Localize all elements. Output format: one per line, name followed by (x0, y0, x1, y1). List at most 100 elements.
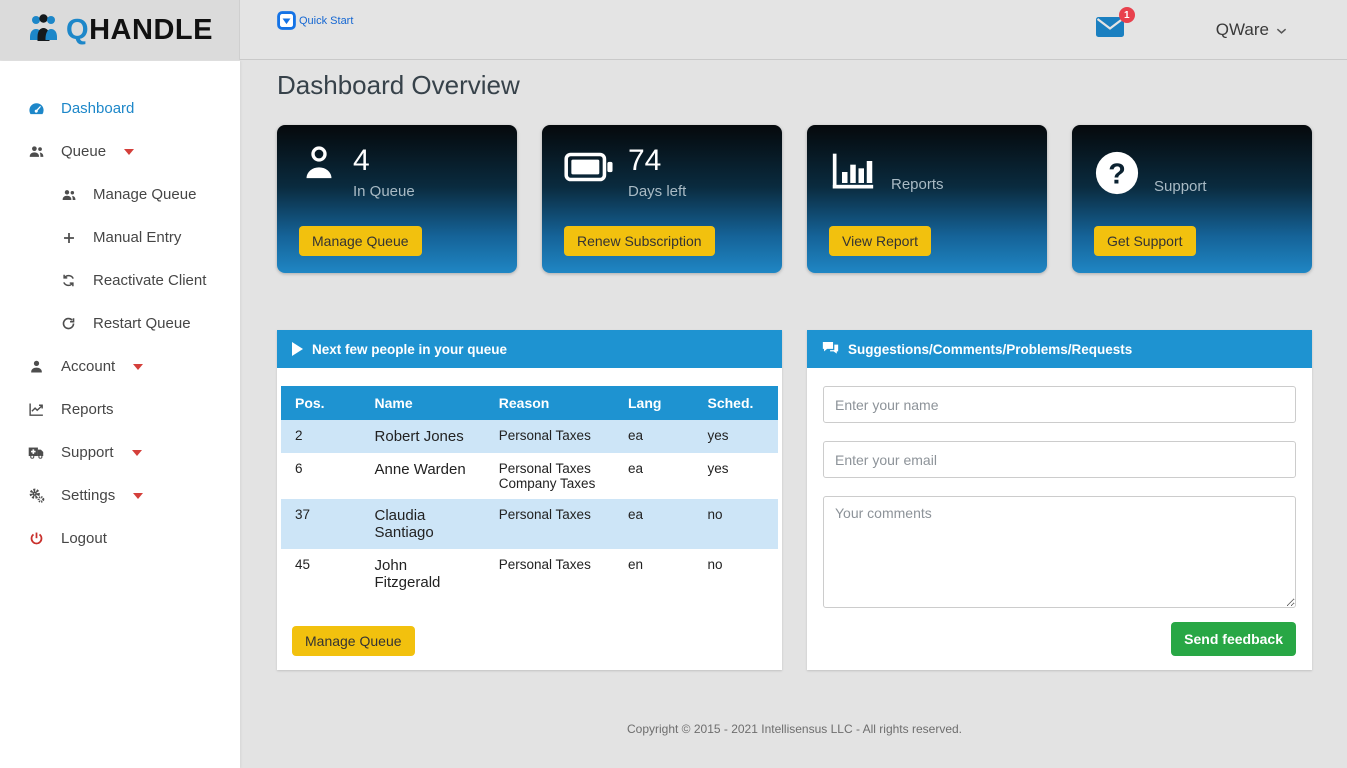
power-off-icon (28, 531, 45, 546)
cell-name: Robert Jones (361, 420, 485, 453)
cell-pos: 6 (281, 453, 361, 499)
card-reports: Reports View Report (807, 125, 1047, 273)
feedback-panel-header: Suggestions/Comments/Problems/Requests (807, 330, 1312, 368)
cell-sched: yes (694, 453, 779, 499)
chart-line-icon (28, 401, 45, 418)
cell-reason: Personal Taxes (485, 499, 614, 549)
sidebar-item-manage-queue[interactable]: Manage Queue (0, 173, 240, 216)
sidebar-item-label: Settings (61, 487, 115, 504)
col-sched: Sched. (694, 386, 779, 420)
cell-sched: no (694, 549, 779, 599)
sidebar-item-manual-entry[interactable]: Manual Entry (0, 216, 240, 259)
sidebar-item-label: Reactivate Client (93, 272, 206, 289)
sidebar-item-reports[interactable]: Reports (0, 388, 240, 431)
cell-reason: Personal Taxes Company Taxes (485, 453, 614, 499)
get-support-button[interactable]: Get Support (1094, 226, 1196, 256)
cell-lang: en (614, 549, 694, 599)
sidebar-item-label: Logout (61, 530, 107, 547)
cell-sched: no (694, 499, 779, 549)
manage-queue-card-button[interactable]: Manage Queue (299, 226, 422, 256)
question-circle-icon: ? (1094, 150, 1140, 201)
table-row: 6 Anne Warden Personal Taxes Company Tax… (281, 453, 778, 499)
col-name: Name (361, 386, 485, 420)
cell-pos: 37 (281, 499, 361, 549)
svg-text:?: ? (1108, 159, 1126, 191)
recycle-icon (60, 273, 77, 288)
page-title: Dashboard Overview (277, 70, 1312, 101)
cell-reason: Personal Taxes (485, 420, 614, 453)
queue-panel: Next few people in your queue Pos. Name … (277, 330, 782, 670)
comments-textarea[interactable] (823, 496, 1296, 608)
sidebar-item-label: Account (61, 358, 115, 375)
plus-icon (60, 231, 77, 245)
users-icon (28, 143, 45, 160)
in-queue-label: In Queue (353, 183, 415, 200)
person-icon (299, 142, 339, 200)
user-menu[interactable]: QWare (1216, 20, 1287, 40)
caret-down-icon (124, 149, 134, 155)
gears-icon (28, 487, 45, 504)
table-row: 45 John Fitzgerald Personal Taxes en no (281, 549, 778, 599)
cell-name: Claudia Santiago (361, 499, 485, 549)
quick-start-label: Quick Start (299, 15, 353, 27)
sidebar-item-restart-queue[interactable]: Restart Queue (0, 302, 240, 345)
col-reason: Reason (485, 386, 614, 420)
days-left-label: Days left (628, 183, 686, 200)
sidebar-item-account[interactable]: Account (0, 345, 240, 388)
cell-lang: ea (614, 420, 694, 453)
cell-pos: 2 (281, 420, 361, 453)
quick-start-button[interactable]: Quick Start (277, 11, 353, 35)
queue-table: Pos. Name Reason Lang Sched. 2 Robert Jo… (281, 386, 778, 599)
tachometer-icon (28, 100, 45, 117)
table-row: 2 Robert Jones Personal Taxes ea yes (281, 420, 778, 453)
envelope-icon (1094, 27, 1126, 44)
col-lang: Lang (614, 386, 694, 420)
topbar: QHANDLE Quick Start 1 (0, 0, 1347, 60)
cell-lang: ea (614, 453, 694, 499)
view-report-button[interactable]: View Report (829, 226, 931, 256)
people-logo-icon (26, 11, 60, 50)
cell-name: Anne Warden (361, 453, 485, 499)
footer-copyright: Copyright © 2015 - 2021 Intellisensus LL… (277, 722, 1312, 736)
user-menu-label: QWare (1216, 20, 1269, 40)
sidebar-item-reactivate-client[interactable]: Reactivate Client (0, 259, 240, 302)
brand-text: QHANDLE (66, 14, 213, 47)
play-icon (292, 342, 303, 356)
sidebar-item-logout[interactable]: Logout (0, 517, 240, 560)
caret-down-icon (133, 364, 143, 370)
caret-down-icon (132, 450, 142, 456)
sidebar-item-label: Manual Entry (93, 229, 181, 246)
sidebar-item-support[interactable]: Support (0, 431, 240, 474)
main-content: Dashboard Overview 4 In Queue Manage Que… (240, 61, 1347, 768)
table-row: 37 Claudia Santiago Personal Taxes ea no (281, 499, 778, 549)
sidebar: Dashboard Queue Manage Queue Manual Entr… (0, 61, 240, 768)
refresh-icon (60, 316, 77, 331)
sidebar-item-settings[interactable]: Settings (0, 474, 240, 517)
caret-down-icon (133, 493, 143, 499)
notification-badge: 1 (1119, 7, 1135, 23)
feedback-panel-title: Suggestions/Comments/Problems/Requests (848, 342, 1132, 357)
comments-icon (822, 341, 839, 358)
ambulance-icon (28, 444, 45, 461)
col-pos: Pos. (281, 386, 361, 420)
app-logo[interactable]: QHANDLE (0, 0, 240, 60)
user-icon (28, 359, 45, 374)
card-days-left: 74 Days left Renew Subscription (542, 125, 782, 273)
stat-cards: 4 In Queue Manage Queue 74 Days left (277, 125, 1312, 273)
email-input[interactable] (823, 441, 1296, 478)
name-input[interactable] (823, 386, 1296, 423)
queue-panel-title: Next few people in your queue (312, 342, 507, 357)
sidebar-item-queue[interactable]: Queue (0, 130, 240, 173)
renew-subscription-button[interactable]: Renew Subscription (564, 226, 715, 256)
queue-panel-header: Next few people in your queue (277, 330, 782, 368)
sidebar-item-label: Restart Queue (93, 315, 191, 332)
mail-button[interactable]: 1 (1094, 14, 1126, 45)
reports-card-label: Reports (891, 176, 944, 193)
bar-chart-icon (829, 150, 877, 199)
card-in-queue: 4 In Queue Manage Queue (277, 125, 517, 273)
send-feedback-button[interactable]: Send feedback (1171, 622, 1296, 656)
queue-table-header-row: Pos. Name Reason Lang Sched. (281, 386, 778, 420)
sidebar-item-dashboard[interactable]: Dashboard (0, 87, 240, 130)
chevron-down-icon (1276, 20, 1287, 40)
manage-queue-panel-button[interactable]: Manage Queue (292, 626, 415, 656)
